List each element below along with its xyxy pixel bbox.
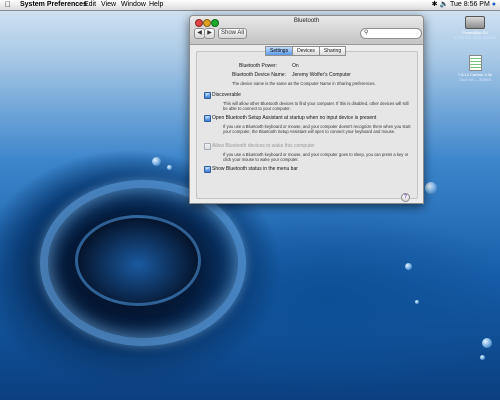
settings-panel: Bluetooth Power: On Bluetooth Device Nam… <box>196 51 418 199</box>
menu-app-name[interactable]: System Preferences <box>20 0 87 10</box>
desktop-icon-detail: Ooo! txt — 358KB <box>458 77 492 82</box>
search-icon: ⚲ <box>364 30 369 36</box>
back-arrow-icon: ◀ <box>197 30 202 36</box>
menu-extras: ✱ 🔈 Tue 8:56 PM ● <box>432 0 496 10</box>
tab-sharing[interactable]: Sharing <box>318 46 347 56</box>
spotlight-icon[interactable]: ● <box>492 1 496 8</box>
water-drop <box>167 165 172 170</box>
volume-icon[interactable]: 🔈 <box>439 1 448 8</box>
discoverable-label[interactable]: Discoverable <box>212 92 241 98</box>
forward-button[interactable]: ▶ <box>204 28 215 39</box>
discoverable-description: This will allow other Bluetooth devices … <box>223 101 409 111</box>
water-drop <box>480 355 485 360</box>
search-field[interactable]: ⚲ <box>360 28 422 39</box>
water-drop <box>482 338 492 348</box>
power-value: On <box>292 63 299 69</box>
water-drop <box>425 182 437 194</box>
wake-computer-checkbox[interactable] <box>204 143 211 150</box>
clock[interactable]: Tue 8:56 PM <box>450 1 490 8</box>
bluetooth-preferences-window: Bluetooth ◀ ▶ Show All ⚲ Bluetooth Power… <box>189 15 424 204</box>
setup-assistant-checkbox[interactable]: ✓ <box>204 115 211 122</box>
discoverable-checkbox[interactable]: ✓ <box>204 92 211 99</box>
window-title: Bluetooth <box>293 18 320 24</box>
water-drop <box>152 157 161 166</box>
water-drop <box>415 300 419 304</box>
hard-drive-icon <box>465 16 485 29</box>
menu-view[interactable]: View <box>101 0 116 10</box>
splash-inner <box>75 215 201 306</box>
title-bar[interactable]: Bluetooth ◀ ▶ Show All ⚲ <box>190 16 423 45</box>
power-label: Bluetooth Power: <box>239 63 278 69</box>
desktop-icon-hard-drive[interactable]: PowerMac G4 37.31 GB, 44.6 GB free <box>450 16 500 40</box>
device-name-note: The device name is the same as the Compu… <box>232 81 376 86</box>
menu-help[interactable]: Help <box>149 0 163 10</box>
wake-computer-label[interactable]: Allow Bluetooth devices to wake this com… <box>212 143 315 149</box>
show-all-button[interactable]: Show All <box>218 28 247 39</box>
water-drop <box>405 263 412 270</box>
bluetooth-status-icon[interactable]: ✱ <box>432 1 438 8</box>
menu-bar-status-label[interactable]: Show Bluetooth status in the menu bar <box>212 166 298 172</box>
device-name-label: Bluetooth Device Name: <box>232 72 286 78</box>
tab-devices[interactable]: Devices <box>292 46 320 56</box>
help-button[interactable]: ? <box>401 193 410 202</box>
desktop-icon-document[interactable]: 7.8.14 Carbon 4.5b Ooo! txt — 358KB <box>450 55 500 82</box>
device-name-value: Jeremy Wolfer's Computer <box>292 72 351 78</box>
wake-computer-description: If you use a Bluetooth keyboard or mouse… <box>223 152 409 162</box>
document-icon <box>468 55 482 71</box>
forward-arrow-icon: ▶ <box>207 30 212 36</box>
apple-menu-icon[interactable]:  <box>5 0 11 10</box>
setup-assistant-description: If you use a Bluetooth keyboard or mouse… <box>223 124 411 134</box>
menu-bar:  System Preferences Edit View Window He… <box>0 0 500 11</box>
tab-bar: Settings Devices Sharing <box>265 46 347 56</box>
desktop-icon-detail: 37.31 GB, 44.6 GB free <box>454 35 496 40</box>
setup-assistant-label[interactable]: Open Bluetooth Setup Assistant at startu… <box>212 115 376 121</box>
tab-settings[interactable]: Settings <box>265 46 294 56</box>
menu-window[interactable]: Window <box>121 0 146 10</box>
menu-edit[interactable]: Edit <box>84 0 96 10</box>
menu-bar-status-checkbox[interactable]: ✓ <box>204 166 211 173</box>
